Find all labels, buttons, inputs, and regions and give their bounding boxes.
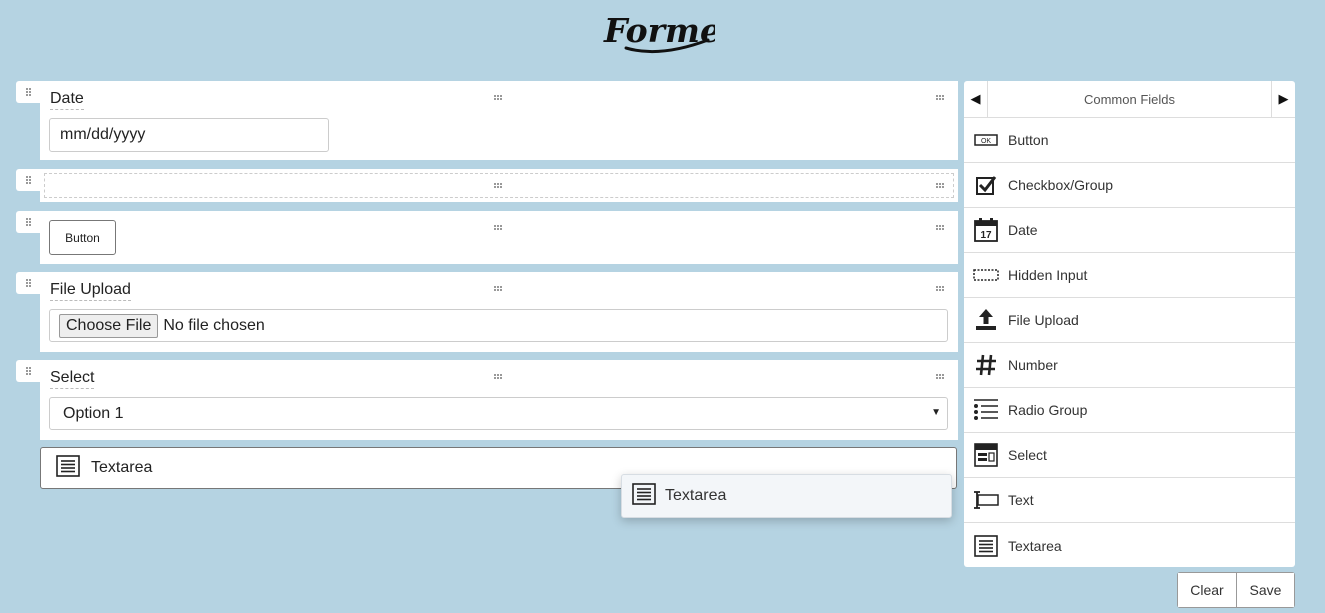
file-upload-label[interactable]: File Upload <box>50 281 131 301</box>
stage-row-select[interactable]: Select Option 1 ▼ <box>16 360 958 440</box>
column-drag-handle[interactable] <box>491 92 505 102</box>
stage-row-empty[interactable] <box>16 169 958 202</box>
controls-panel: ◀ Common Fields ▶ OK Button Checkbox/Gro… <box>964 80 1295 568</box>
drag-ghost-textarea[interactable]: Textarea <box>621 474 952 518</box>
control-label: Date <box>1008 222 1038 238</box>
row-drag-handle[interactable] <box>16 211 40 233</box>
select-field-label[interactable]: Select <box>50 369 95 389</box>
checkbox-icon <box>973 172 999 198</box>
svg-text:OK: OK <box>981 138 991 145</box>
panel-title: Common Fields <box>1083 91 1176 107</box>
column-drag-handle[interactable] <box>491 222 505 232</box>
caret-left-icon[interactable]: ◀ <box>964 80 988 118</box>
field-drag-handle[interactable] <box>933 180 947 190</box>
textarea-icon <box>632 482 656 510</box>
date-field-input[interactable]: mm/dd/yyyy <box>49 118 329 152</box>
control-select[interactable]: Select <box>964 433 1295 478</box>
control-date[interactable]: 17 Date <box>964 208 1295 253</box>
drag-ghost-label: Textarea <box>665 487 727 504</box>
field-drag-handle[interactable] <box>933 283 947 293</box>
row-drag-handle[interactable] <box>16 272 40 294</box>
calendar-icon: 17 <box>973 217 999 243</box>
button-icon: OK <box>973 127 999 153</box>
row-drag-handle[interactable] <box>16 360 40 382</box>
column-drag-handle[interactable] <box>491 180 505 190</box>
textarea-icon <box>56 454 80 482</box>
control-textarea[interactable]: Textarea <box>964 523 1295 568</box>
stage-row-button[interactable]: Button <box>16 211 958 264</box>
row-drag-handle[interactable] <box>16 169 40 191</box>
field-drag-handle[interactable] <box>933 371 947 381</box>
row-drag-handle[interactable] <box>16 81 40 103</box>
field-drag-handle[interactable] <box>933 222 947 232</box>
field-drag-handle[interactable] <box>933 92 947 102</box>
radio-group-icon <box>973 397 999 423</box>
control-file-upload[interactable]: File Upload <box>964 298 1295 343</box>
clear-button[interactable]: Clear <box>1178 573 1237 607</box>
save-button[interactable]: Save <box>1237 573 1294 607</box>
text-input-icon <box>973 487 999 513</box>
control-label: Textarea <box>1008 537 1062 554</box>
select-icon <box>973 442 999 468</box>
date-field-label[interactable]: Date <box>50 90 84 110</box>
choose-file-button[interactable]: Choose File <box>59 313 159 338</box>
control-label: Number <box>1008 357 1058 373</box>
control-text[interactable]: Text <box>964 478 1295 523</box>
control-label: File Upload <box>1008 312 1079 328</box>
date-placeholder: mm/dd/yyyy <box>60 126 146 143</box>
formeo-logo: Formeo <box>600 8 715 56</box>
file-upload-input[interactable]: Choose File No file chosen <box>49 309 948 342</box>
form-actions: Clear Save <box>1177 572 1295 608</box>
control-label: Button <box>1008 132 1049 148</box>
column-drag-handle[interactable] <box>491 283 505 293</box>
upload-icon <box>973 307 999 333</box>
control-button[interactable]: OK Button <box>964 118 1295 163</box>
caret-right-icon[interactable]: ▶ <box>1271 80 1295 118</box>
column-drag-handle[interactable] <box>491 371 505 381</box>
control-hidden-input[interactable]: Hidden Input <box>964 253 1295 298</box>
control-number[interactable]: Number <box>964 343 1295 388</box>
button-field-preview[interactable]: Button <box>49 220 116 255</box>
textarea-icon <box>973 533 999 559</box>
drop-placeholder-label: Textarea <box>91 459 153 476</box>
stage-row-date[interactable]: Date mm/dd/yyyy <box>16 81 958 160</box>
control-label: Text <box>1008 492 1034 508</box>
panel-header: ◀ Common Fields ▶ <box>964 80 1295 118</box>
control-label: Checkbox/Group <box>1008 177 1114 193</box>
select-selected-value: Option 1 <box>63 404 124 422</box>
control-label: Select <box>1008 447 1047 463</box>
dropdown-arrow-icon: ▼ <box>931 407 941 418</box>
svg-text:17: 17 <box>980 230 992 241</box>
control-label: Radio Group <box>1008 402 1088 418</box>
control-label: Hidden Input <box>1008 267 1088 283</box>
select-field-dropdown[interactable]: Option 1 ▼ <box>49 397 948 430</box>
stage-row-file-upload[interactable]: File Upload Choose File No file chosen <box>16 272 958 352</box>
control-radio-group[interactable]: Radio Group <box>964 388 1295 433</box>
file-status-text: No file chosen <box>163 316 265 334</box>
control-checkbox-group[interactable]: Checkbox/Group <box>964 163 1295 208</box>
hash-icon <box>973 352 999 378</box>
hidden-input-icon <box>973 262 999 288</box>
